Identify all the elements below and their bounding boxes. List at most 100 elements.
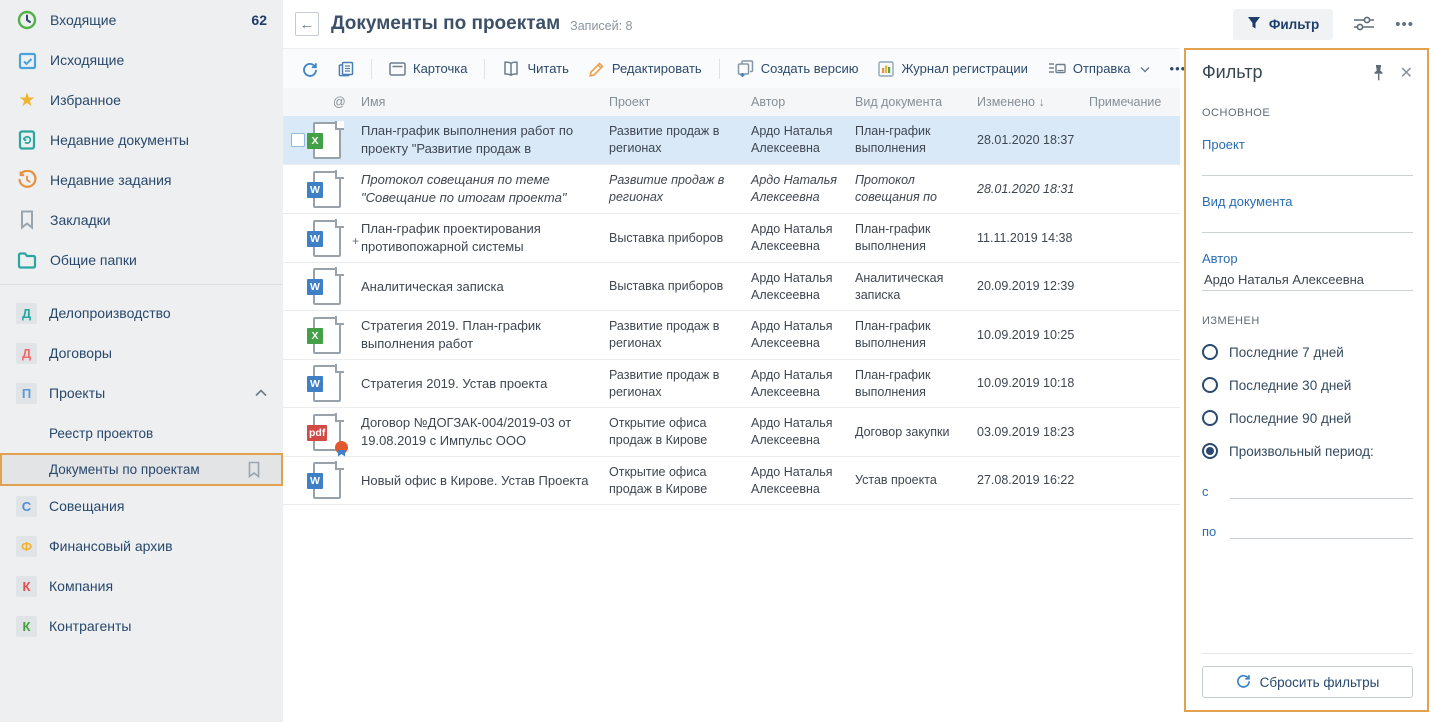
refresh-button[interactable] bbox=[293, 55, 327, 83]
column-doctype[interactable]: Вид документа bbox=[855, 95, 977, 109]
document-name[interactable]: План-график проектирования противопожарн… bbox=[361, 214, 609, 262]
document-name[interactable]: Аналитическая записка bbox=[361, 272, 609, 302]
reset-filters-button[interactable]: Сбросить фильтры bbox=[1202, 666, 1413, 698]
column-attachment[interactable]: @ bbox=[313, 95, 361, 109]
date-from-input[interactable] bbox=[1230, 479, 1413, 499]
copy-button[interactable] bbox=[329, 55, 363, 83]
filter-project-input[interactable] bbox=[1202, 152, 1413, 176]
document-type: Устав проекта bbox=[855, 466, 977, 495]
sidebar-item-recent-tasks[interactable]: Недавние задания bbox=[0, 160, 283, 200]
sidebar-item-favorites[interactable]: ★ Избранное bbox=[0, 80, 283, 120]
sidebar-item-label: Делопроизводство bbox=[49, 305, 267, 321]
document-name[interactable]: Новый офис в Кирове. Устав Проекта bbox=[361, 466, 609, 496]
filter-doctype-input[interactable] bbox=[1202, 209, 1413, 233]
expand-plus-icon[interactable]: + bbox=[352, 234, 359, 248]
close-icon[interactable]: ✕ bbox=[1400, 63, 1413, 83]
sidebar-module-contracts[interactable]: Д Договоры bbox=[0, 333, 283, 373]
column-modified-label: Изменено bbox=[977, 95, 1035, 109]
module-letter-icon: К bbox=[16, 576, 37, 597]
table-header: @ Имя Проект Автор Вид документа Изменен… bbox=[283, 88, 1180, 116]
more-options-icon[interactable]: ••• bbox=[1395, 17, 1414, 32]
recent-task-icon bbox=[16, 169, 38, 191]
document-project: Развитие продаж в регионах bbox=[609, 312, 751, 358]
filter-footer-divider bbox=[1202, 653, 1413, 654]
filter-toggle-button[interactable]: Фильтр bbox=[1233, 9, 1333, 40]
back-button[interactable]: ← bbox=[295, 12, 319, 36]
document-author: Ардо Наталья Алексеевна bbox=[751, 361, 855, 407]
document-type: Протокол совещания по bbox=[855, 166, 977, 212]
document-modified: 10.09.2019 10:25 bbox=[977, 321, 1089, 350]
create-version-button[interactable]: Создать версию bbox=[728, 54, 868, 83]
module-letter-icon: С bbox=[16, 496, 37, 517]
filter-author-value[interactable]: Ардо Наталья Алексеевна bbox=[1202, 266, 1413, 291]
table-row[interactable]: W Аналитическая записка Выставка приборо… bbox=[283, 263, 1180, 311]
table-row[interactable]: W + План-график проектирования противопо… bbox=[283, 214, 1180, 263]
read-button[interactable]: Читать bbox=[493, 55, 577, 82]
column-name[interactable]: Имя bbox=[361, 95, 609, 109]
table-row[interactable]: pdf Договор №ДОГЗАК-004/2019-03 от 19.08… bbox=[283, 408, 1180, 457]
filter-project-link[interactable]: Проект bbox=[1202, 137, 1413, 152]
column-note[interactable]: Примечание bbox=[1089, 95, 1180, 109]
file-type-icon-docx: W bbox=[313, 171, 361, 208]
star-icon: ★ bbox=[16, 89, 38, 111]
sidebar-item-project-documents[interactable]: Документы по проектам bbox=[0, 453, 283, 486]
create-version-label: Создать версию bbox=[761, 61, 859, 76]
column-project[interactable]: Проект bbox=[609, 95, 751, 109]
document-project: Развитие продаж в регионах bbox=[609, 166, 751, 212]
column-author[interactable]: Автор bbox=[751, 95, 855, 109]
sidebar-item-bookmarks[interactable]: Закладки bbox=[0, 200, 283, 240]
bookmark-icon[interactable] bbox=[243, 459, 265, 481]
document-author: Ардо Наталья Алексеевна bbox=[751, 166, 855, 212]
registration-journal-button[interactable]: Журнал регистрации bbox=[869, 55, 1036, 83]
send-button[interactable]: Отправка bbox=[1039, 55, 1159, 82]
table-row[interactable]: W Стратегия 2019. Устав проекта Развитие… bbox=[283, 360, 1180, 408]
sidebar-item-label: Общие папки bbox=[50, 252, 267, 268]
document-name[interactable]: Договор №ДОГЗАК-004/2019-03 от 19.08.201… bbox=[361, 408, 609, 456]
filter-author-link[interactable]: Автор bbox=[1202, 251, 1413, 266]
sidebar-item-recent-documents[interactable]: Недавние документы bbox=[0, 120, 283, 160]
document-name[interactable]: Стратегия 2019. Устав проекта bbox=[361, 369, 609, 399]
chevron-up-icon[interactable] bbox=[255, 384, 267, 402]
document-type: План-график выполнения bbox=[855, 361, 977, 407]
document-name[interactable]: Протокол совещания по теме "Совещание по… bbox=[361, 165, 609, 213]
sidebar-divider bbox=[0, 284, 283, 285]
sidebar-module-company[interactable]: К Компания bbox=[0, 566, 283, 606]
main-content: Карточка Читать Редактировать Создать ве… bbox=[283, 48, 1180, 722]
pin-icon[interactable] bbox=[1371, 64, 1386, 81]
document-project: Открытие офиса продаж в Кирове bbox=[609, 409, 751, 455]
sidebar-module-records[interactable]: Д Делопроизводство bbox=[0, 293, 283, 333]
sidebar-module-projects[interactable]: П Проекты bbox=[0, 373, 283, 413]
radio-last-90-days[interactable]: Последние 90 дней bbox=[1202, 410, 1413, 426]
sidebar-item-project-register[interactable]: Реестр проектов bbox=[0, 413, 283, 453]
table-row[interactable]: X Стратегия 2019. План-график выполнения… bbox=[283, 311, 1180, 360]
sidebar-module-counterparties[interactable]: К Контрагенты bbox=[0, 606, 283, 646]
view-settings-icon[interactable] bbox=[1353, 15, 1375, 33]
edit-button[interactable]: Редактировать bbox=[580, 55, 711, 83]
radio-label: Произвольный период: bbox=[1229, 444, 1374, 459]
sidebar-item-inbox[interactable]: Входящие 62 bbox=[0, 0, 283, 40]
sidebar-module-financial-archive[interactable]: Ф Финансовый архив bbox=[0, 526, 283, 566]
sidebar-item-label: Компания bbox=[49, 578, 267, 594]
document-project: Выставка приборов bbox=[609, 272, 751, 301]
document-type: План-график выполнения bbox=[855, 312, 977, 358]
document-name[interactable]: План-график выполнения работ по проекту … bbox=[361, 116, 609, 164]
sidebar-item-outbox[interactable]: Исходящие bbox=[0, 40, 283, 80]
reset-refresh-icon bbox=[1236, 673, 1251, 691]
radio-custom-period[interactable]: Произвольный период: bbox=[1202, 443, 1413, 459]
filter-section-main: ОСНОВНОЕ bbox=[1202, 107, 1413, 119]
radio-last-7-days[interactable]: Последние 7 дней bbox=[1202, 344, 1413, 360]
table-row[interactable]: W Протокол совещания по теме "Совещание … bbox=[283, 165, 1180, 214]
table-row[interactable]: W Новый офис в Кирове. Устав Проекта Отк… bbox=[283, 457, 1180, 505]
radio-last-30-days[interactable]: Последние 30 дней bbox=[1202, 377, 1413, 393]
document-modified: 10.09.2019 10:18 bbox=[977, 369, 1089, 398]
card-button[interactable]: Карточка bbox=[380, 55, 476, 82]
column-modified[interactable]: Изменено ↓ bbox=[977, 95, 1089, 109]
filter-doctype-link[interactable]: Вид документа bbox=[1202, 194, 1413, 209]
sidebar-item-shared-folders[interactable]: Общие папки bbox=[0, 240, 283, 280]
table-row[interactable]: X План-график выполнения работ по проект… bbox=[283, 116, 1180, 165]
document-name[interactable]: Стратегия 2019. План-график выполнения р… bbox=[361, 311, 609, 359]
document-note bbox=[1089, 134, 1180, 146]
date-to-input[interactable] bbox=[1230, 519, 1413, 539]
sidebar-module-meetings[interactable]: С Совещания bbox=[0, 486, 283, 526]
sidebar-item-label: Договоры bbox=[49, 345, 267, 361]
